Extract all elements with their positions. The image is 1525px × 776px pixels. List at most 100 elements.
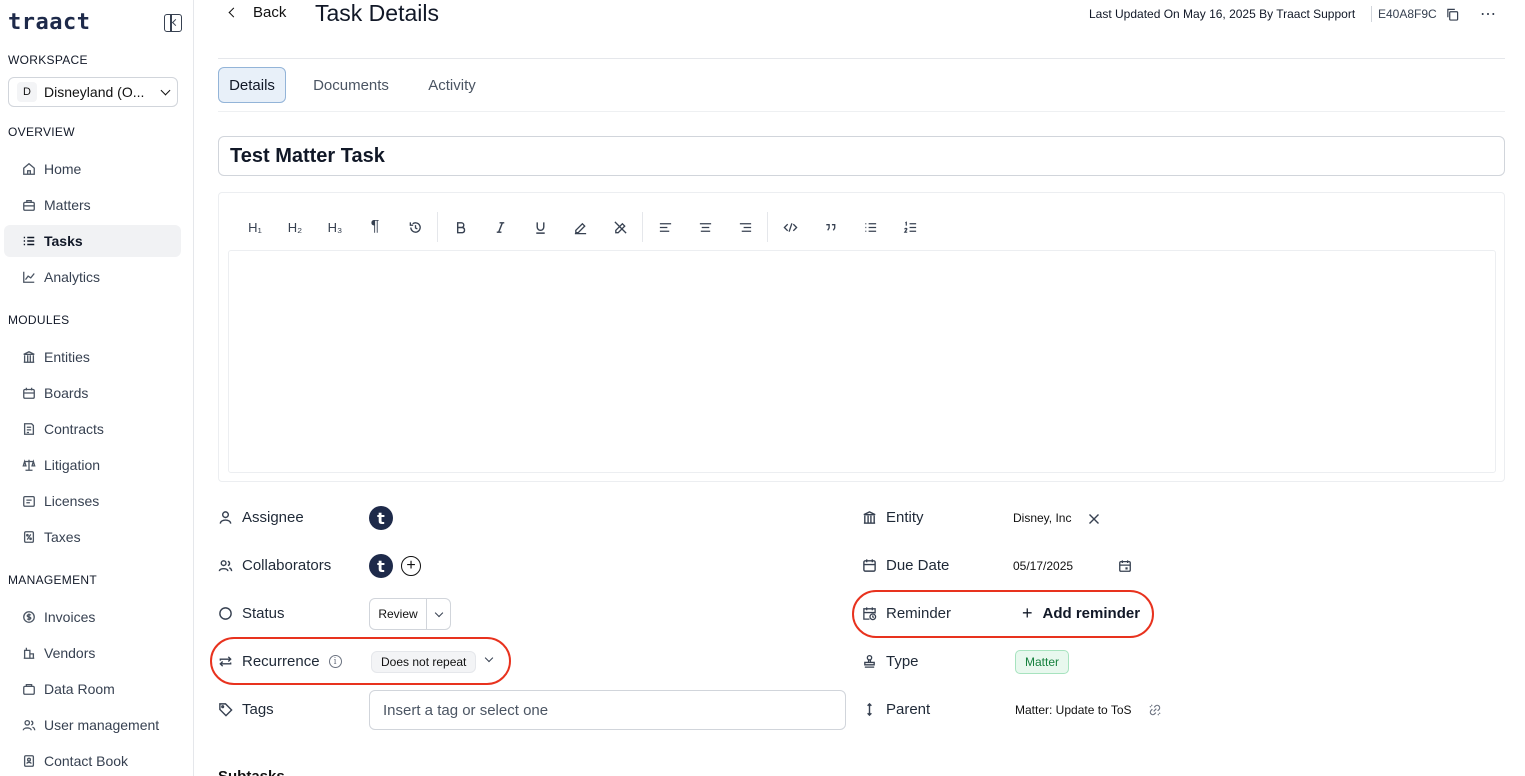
tags-input[interactable]	[369, 690, 846, 730]
align-left-icon[interactable]	[645, 213, 685, 241]
sidebar-item-vendors[interactable]: Vendors	[4, 637, 181, 669]
type-label: Type	[862, 653, 919, 670]
bold-icon[interactable]	[440, 213, 480, 241]
numbered-list-icon[interactable]	[890, 213, 930, 241]
recurrence-select[interactable]: Does not repeat	[371, 651, 477, 673]
sidebar-item-contracts[interactable]: Contracts	[4, 413, 181, 445]
management-section-label: MANAGEMENT	[8, 573, 98, 587]
back-button[interactable]: Back	[228, 4, 286, 21]
type-badge: Matter	[1015, 650, 1070, 674]
heading-1-button[interactable]: H₁	[235, 213, 275, 241]
due-date-value[interactable]: 05/17/2025	[1013, 559, 1073, 573]
calendar-picker-icon[interactable]	[1118, 559, 1132, 573]
sidebar-item-user-management[interactable]: User management	[4, 709, 181, 741]
license-icon	[22, 494, 36, 508]
parent-label: Parent	[862, 701, 930, 718]
assignee-avatar[interactable]: t	[369, 506, 393, 530]
sidebar-item-matters[interactable]: Matters	[4, 189, 181, 221]
sidebar-item-label: Litigation	[44, 457, 101, 473]
more-options-icon[interactable]: ⋯	[1480, 4, 1497, 24]
toolbar-divider	[437, 212, 438, 242]
status-dropdown-toggle[interactable]	[427, 608, 450, 617]
stamp-icon	[862, 654, 877, 669]
chart-icon	[22, 270, 36, 284]
sidebar-item-home[interactable]: Home	[4, 153, 181, 185]
workspace-name: Disneyland (O...	[44, 84, 145, 100]
add-collaborator-button[interactable]: +	[401, 556, 421, 576]
status-label: Status	[218, 605, 285, 622]
chevron-down-icon	[434, 608, 443, 617]
tags-label-text: Tags	[242, 701, 274, 718]
collaborators-label: Collaborators	[218, 557, 331, 574]
toolbar-divider	[767, 212, 768, 242]
sidebar-item-label: Entities	[44, 349, 90, 365]
sidebar-item-licenses[interactable]: Licenses	[4, 485, 181, 517]
tab-details[interactable]: Details	[218, 67, 286, 103]
chevron-down-icon	[160, 85, 171, 95]
entity-value[interactable]: Disney, Inc	[1013, 511, 1071, 525]
italic-icon[interactable]	[480, 213, 520, 241]
sidebar-item-entities[interactable]: Entities	[4, 341, 181, 373]
recurrence-label: Recurrence i	[218, 653, 342, 670]
app-logo[interactable]: traact	[8, 10, 90, 35]
quote-icon[interactable]	[810, 213, 850, 241]
chevron-down-icon	[484, 653, 494, 663]
collaborators-label-text: Collaborators	[242, 557, 332, 574]
code-icon[interactable]	[770, 213, 810, 241]
tab-documents[interactable]: Documents	[303, 67, 399, 103]
type-label-text: Type	[886, 653, 919, 670]
sidebar-item-label: Taxes	[44, 529, 81, 545]
heading-3-button[interactable]: H₃	[315, 213, 355, 241]
align-center-icon[interactable]	[685, 213, 725, 241]
plus-icon: +	[1022, 603, 1033, 623]
record-id: E40A8F9C	[1378, 7, 1437, 21]
status-value[interactable]: Review	[370, 599, 427, 629]
recurrence-label-text: Recurrence	[242, 653, 320, 670]
sidebar-item-boards[interactable]: Boards	[4, 377, 181, 409]
sidebar-item-label: Analytics	[44, 269, 101, 285]
building-icon	[862, 510, 877, 525]
close-icon[interactable]	[1088, 513, 1100, 525]
bullet-list-icon[interactable]	[850, 213, 890, 241]
building-icon	[22, 350, 36, 364]
tab-activity[interactable]: Activity	[416, 67, 488, 103]
copy-icon[interactable]	[1446, 8, 1459, 21]
info-icon[interactable]: i	[328, 655, 342, 668]
sidebar-item-label: Matters	[44, 197, 91, 213]
sidebar-item-tasks[interactable]: Tasks	[4, 225, 181, 257]
add-reminder-button[interactable]: + Add reminder	[1022, 604, 1140, 622]
recurrence-dropdown-toggle[interactable]	[484, 653, 494, 663]
sidebar-item-data-room[interactable]: Data Room	[4, 673, 181, 705]
heading-2-button[interactable]: H₂	[275, 213, 315, 241]
task-title-input[interactable]: Test Matter Task	[218, 136, 1505, 176]
status-select[interactable]: Review	[369, 598, 451, 630]
workspace-badge: D	[17, 82, 37, 102]
folder-icon	[22, 682, 36, 696]
clear-format-icon[interactable]	[600, 213, 640, 241]
sidebar-item-label: Boards	[44, 385, 89, 401]
undo-icon[interactable]	[395, 213, 435, 241]
editor-content-area[interactable]	[228, 250, 1496, 473]
page-title: Task Details	[315, 0, 439, 26]
sidebar: traact WORKSPACE D Disneyland (O... OVER…	[0, 0, 194, 776]
due-date-label: Due Date	[862, 557, 949, 574]
align-right-icon[interactable]	[725, 213, 765, 241]
entity-label-text: Entity	[886, 509, 924, 526]
sidebar-item-contact-book[interactable]: Contact Book	[4, 745, 181, 776]
unlink-icon[interactable]	[1148, 703, 1162, 717]
parent-value[interactable]: Matter: Update to ToS	[1015, 703, 1132, 717]
sidebar-item-litigation[interactable]: Litigation	[4, 449, 181, 481]
workspace-select[interactable]: D Disneyland (O...	[8, 77, 178, 107]
description-editor: H₁ H₂ H₃ ¶	[218, 192, 1505, 482]
collaborator-avatar[interactable]: t	[369, 554, 393, 578]
toolbar-divider	[642, 212, 643, 242]
sidebar-item-label: Home	[44, 161, 82, 177]
underline-icon[interactable]	[520, 213, 560, 241]
sidebar-item-analytics[interactable]: Analytics	[4, 261, 181, 293]
sidebar-item-taxes[interactable]: Taxes	[4, 521, 181, 553]
highlight-icon[interactable]	[560, 213, 600, 241]
collapse-sidebar-icon[interactable]	[164, 14, 182, 32]
sidebar-item-invoices[interactable]: Invoices	[4, 601, 181, 633]
sidebar-item-label: Licenses	[44, 493, 100, 509]
paragraph-button[interactable]: ¶	[355, 213, 395, 241]
